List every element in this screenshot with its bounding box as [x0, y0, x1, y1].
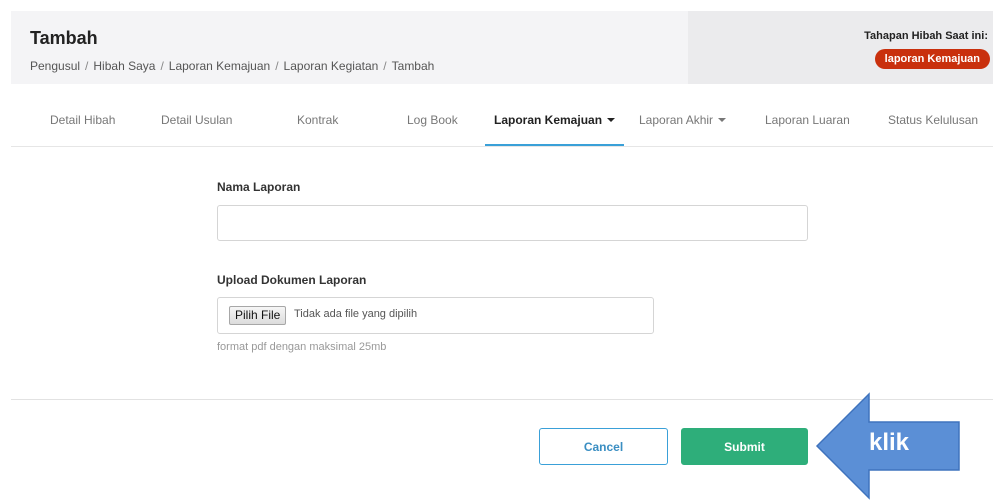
choose-file-button[interactable]: Pilih File: [229, 306, 287, 325]
stage-badge: laporan Kemajuan: [874, 49, 990, 69]
tab-status-kelulusan[interactable]: Status Kelulusan: [888, 96, 978, 144]
breadcrumb-item-hibah-saya[interactable]: Hibah Saya: [93, 59, 155, 73]
tab-label: Kontrak: [297, 113, 339, 127]
cancel-button[interactable]: Cancel: [539, 428, 668, 465]
tab-label: Log Book: [407, 113, 458, 127]
breadcrumb-item-tambah: Tambah: [391, 59, 435, 73]
upload-label: Upload Dokumen Laporan: [217, 273, 367, 287]
chevron-down-icon: [607, 117, 616, 122]
upload-help-text: format pdf dengan maksimal 25mb: [217, 341, 387, 353]
name-label: Nama Laporan: [217, 180, 301, 194]
breadcrumb-separator: /: [160, 59, 164, 73]
tab-laporan-kemajuan[interactable]: Laporan Kemajuan: [485, 96, 625, 146]
breadcrumb-item-pengusul[interactable]: Pengusul: [30, 59, 80, 73]
tab-label: Laporan Akhir: [639, 113, 714, 127]
tab-label: Detail Usulan: [161, 113, 233, 127]
breadcrumb-separator: /: [383, 59, 387, 73]
tab-label: Laporan Kemajuan: [494, 113, 603, 127]
tab-laporan-akhir[interactable]: Laporan Akhir: [639, 96, 727, 144]
submit-button[interactable]: Submit: [681, 428, 808, 465]
breadcrumb-item-laporan-kegiatan[interactable]: Laporan Kegiatan: [284, 59, 379, 73]
breadcrumb-separator: /: [275, 59, 279, 73]
tab-bar: Detail Hibah Detail Usulan Kontrak Log B…: [11, 96, 993, 147]
breadcrumb: Pengusul / Hibah Saya / Laporan Kemajuan / Lap…: [30, 59, 434, 73]
chevron-down-icon: [718, 117, 727, 122]
stage-panel: [688, 11, 993, 84]
file-upload-field[interactable]: Pilih File Tidak ada file yang dipilih: [217, 297, 654, 334]
callout-label: klik: [869, 429, 910, 456]
tab-detail-hibah[interactable]: Detail Hibah: [50, 96, 115, 144]
page-title: Tambah: [30, 28, 98, 48]
page-header: [11, 11, 688, 84]
tab-label: Detail Hibah: [50, 113, 116, 127]
tab-log-book[interactable]: Log Book: [407, 96, 458, 144]
breadcrumb-item-laporan-kemajuan[interactable]: Laporan Kemajuan: [169, 59, 270, 73]
report-name-input[interactable]: [217, 205, 808, 241]
tab-kontrak[interactable]: Kontrak: [297, 96, 338, 144]
tab-label: Laporan Luaran: [765, 113, 850, 127]
file-status-text: Tidak ada file yang dipilih: [294, 308, 418, 320]
stage-label: Tahapan Hibah Saat ini:: [864, 30, 988, 42]
tab-laporan-luaran[interactable]: Laporan Luaran: [765, 96, 850, 144]
tab-detail-usulan[interactable]: Detail Usulan: [161, 96, 232, 144]
breadcrumb-separator: /: [85, 59, 89, 73]
tab-label: Status Kelulusan: [888, 113, 979, 127]
